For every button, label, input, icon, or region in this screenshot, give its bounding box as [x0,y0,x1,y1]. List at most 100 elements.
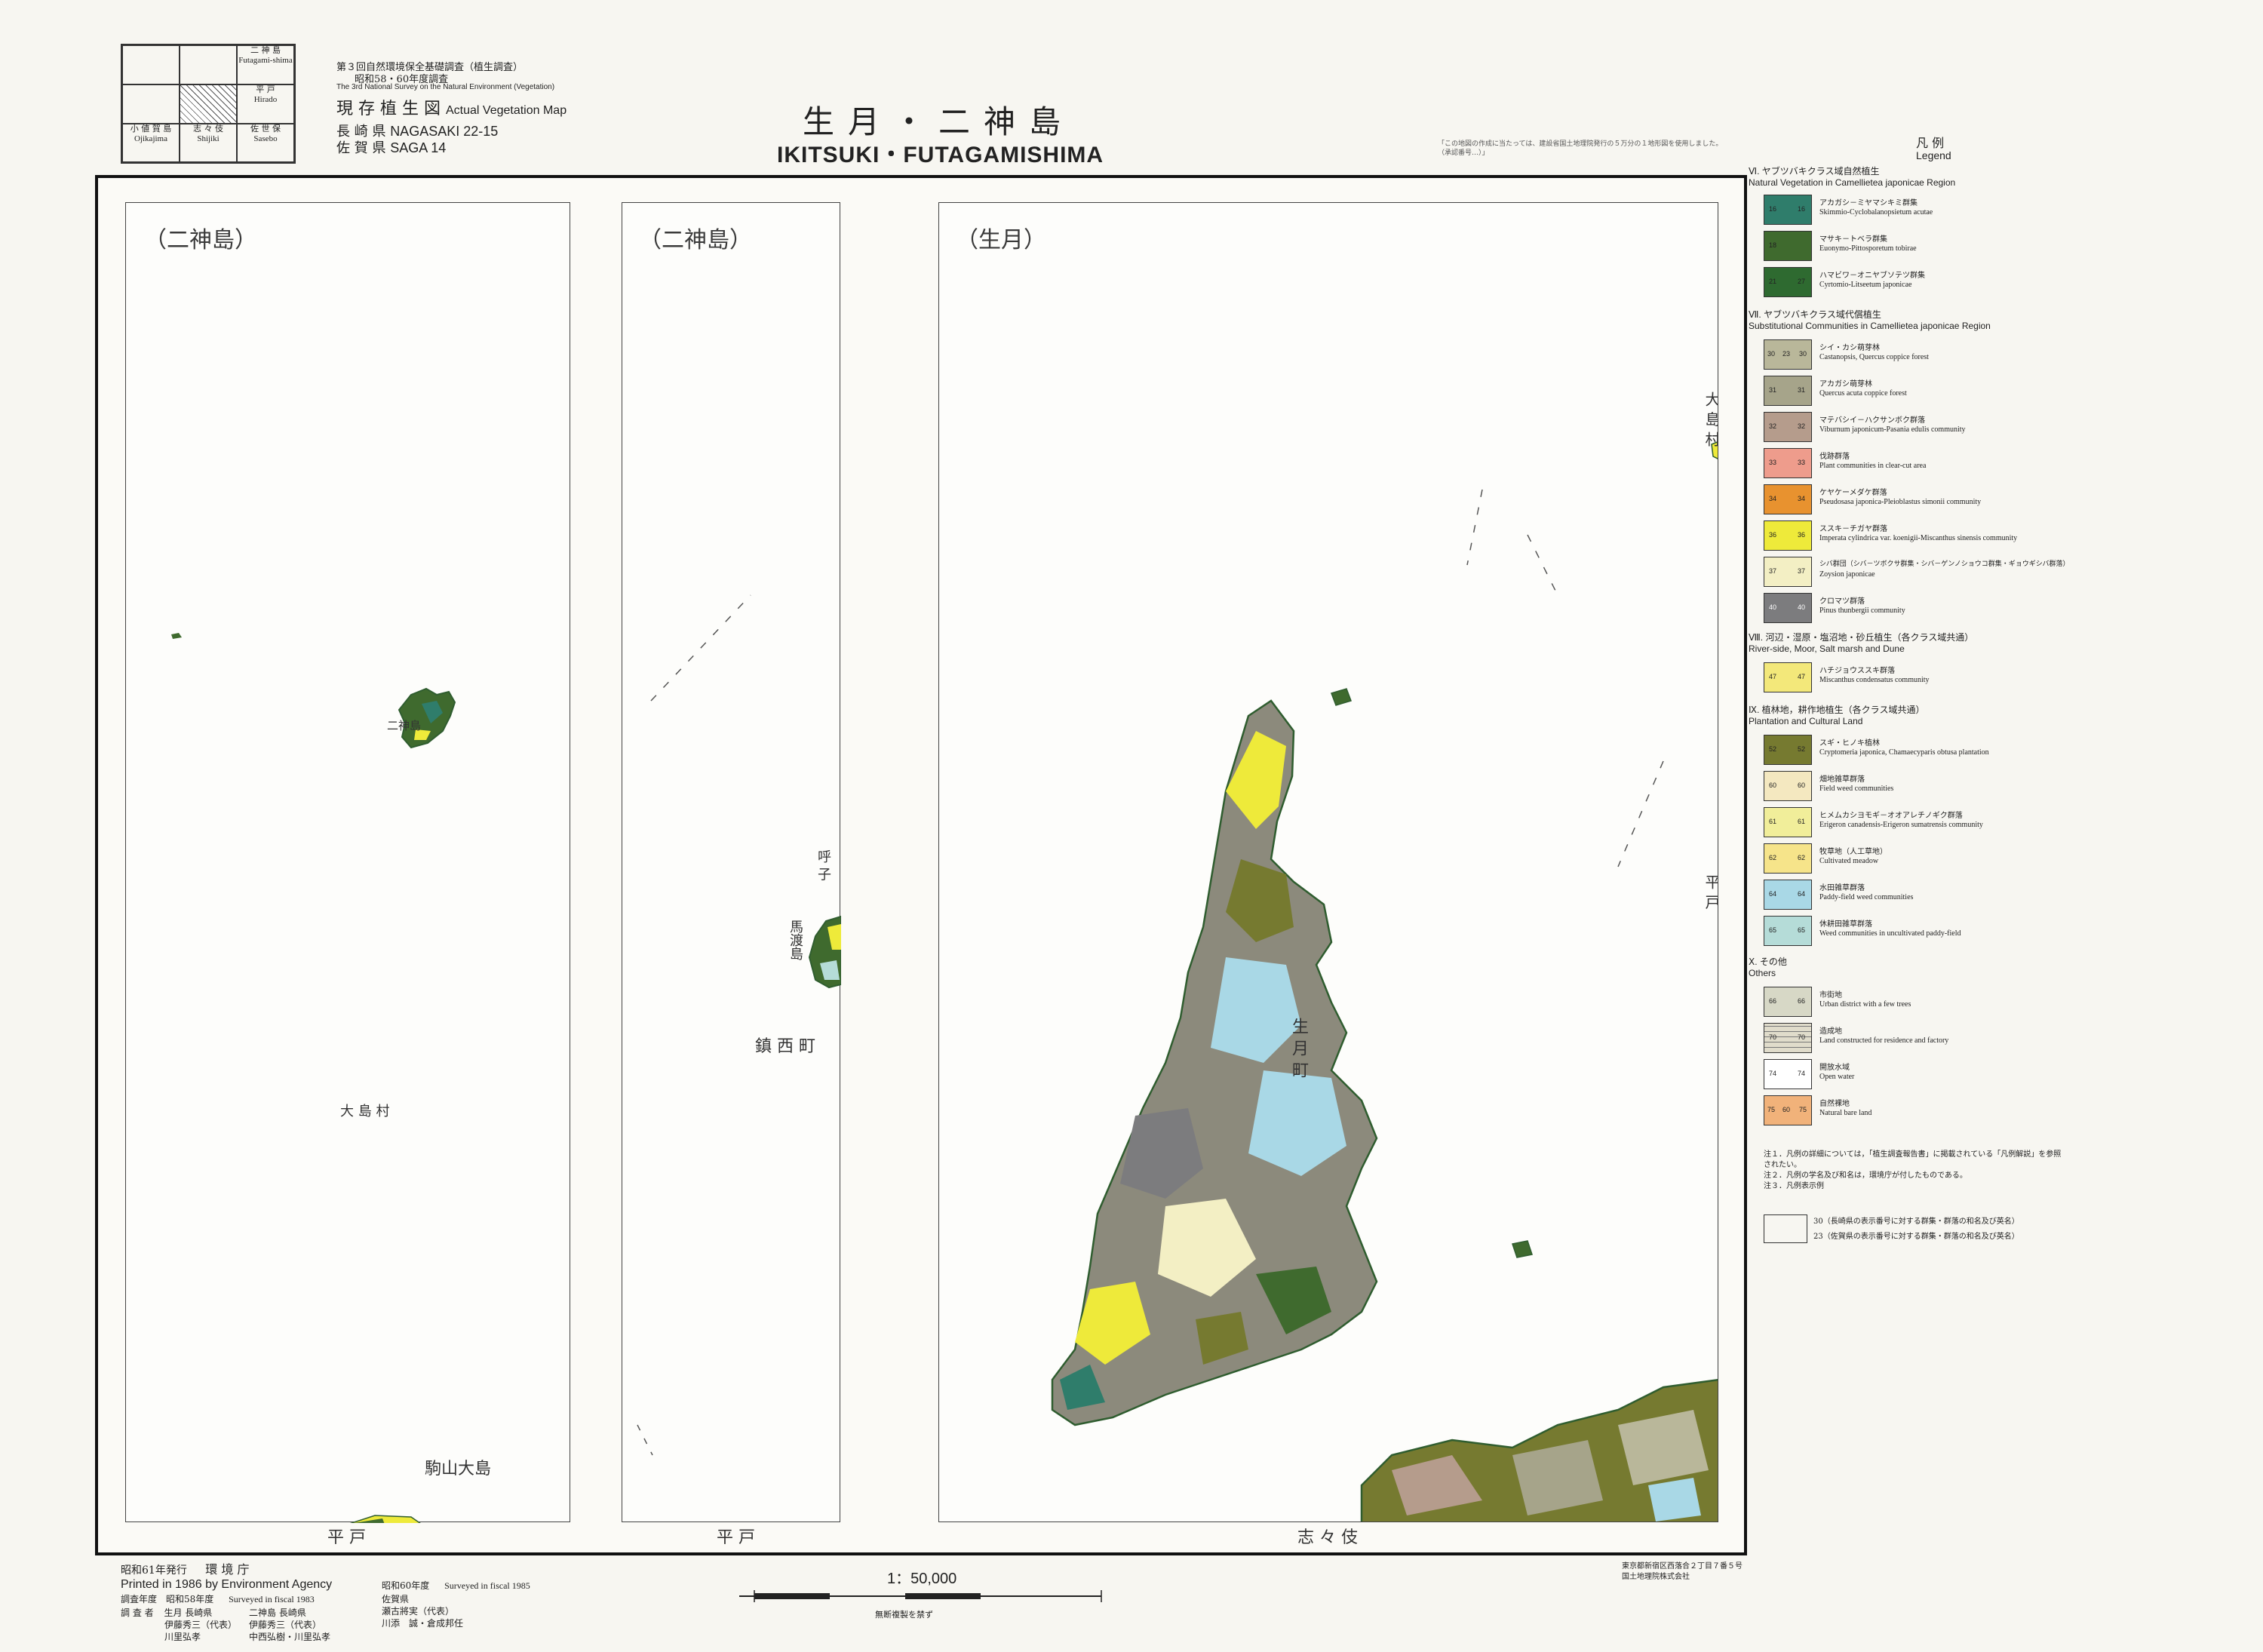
legend-section-en: Substitutional Communities in Camelliete… [1749,321,1991,331]
legend-example-swatch [1764,1214,1807,1243]
index-cell-en: Sasebo [253,134,278,143]
legend-item: 33 33 伐跡群落 Plant communities in clear-cut… [1764,447,2065,480]
legend-item-en: Pseudosasa japonica-Pleioblastus simonii… [1819,498,1982,506]
islet [171,633,182,639]
legend-item-jp: マテバシイ－ハクサンボク群落 [1819,416,1925,425]
legend-item-en: Viburnum japonicum-Pasania edulis commun… [1819,425,1966,434]
surveyor-line: 川里弘孝 [164,1632,201,1643]
index-cell-jp: 平 戸 [256,84,275,94]
legend-section-head: Ⅸ. 植林地，耕作地植生（各クラス域共通） Plantation and Cul… [1749,705,1924,727]
legend-code: 74 [1798,1070,1806,1077]
legend-item: 75 60 75 自然裸地 Natural bare land [1764,1094,2065,1127]
legend-item-jp: ハチジョウススキ群落 [1819,667,1895,675]
madarashima-map [637,594,841,1456]
index-cell [122,45,180,84]
legend-item: 32 32 マテバシイ－ハクサンボク群落 Viburnum japonicum-P… [1764,410,2065,444]
pref-en: NAGASAKI 22-15 [390,124,499,139]
survey-year-jp: 昭和60年度 [382,1580,430,1591]
legend-note: 注３．凡例表示例 [1764,1182,1824,1190]
legend-swatch: 18 [1764,231,1812,261]
legend-code: 32 [1798,422,1806,430]
label-futagamishima: 二神島 [387,719,422,732]
vegetation-patch [1648,1478,1701,1521]
footer-surveyors-ikitsuki: 調 査 者 生月 長崎県 伊藤秀三（代表） 川里弘孝 [121,1607,237,1644]
legend-code: 37 [1769,567,1777,575]
surveyor-label: 調 査 者 [121,1607,154,1618]
legend-swatch: 75 60 75 [1764,1095,1812,1125]
index-cell [180,45,237,84]
legend-section-en: Others [1749,968,1776,978]
legend-code: 47 [1798,673,1806,680]
map-scale: 1：50,000 [887,1571,957,1587]
legend-code: 33 [1769,459,1777,466]
legend-item-en: Erigeron canadensis-Erigeron sumatrensis… [1819,821,1983,829]
legend-item: 64 64 水田雑草群落 Paddy-field weed communities [1764,878,2065,911]
published-jp: 昭和61年発行 [121,1564,187,1577]
pref-en: SAGA 14 [390,140,447,155]
legend-code: 60 [1782,1106,1791,1113]
legend-swatch: 40 40 [1764,593,1812,623]
index-cell-hirado: 平 戸 Hirado [237,84,294,124]
index-map-grid: 二 神 島 Futagami-shima 平 戸 Hirado 小 値 賀 島 … [121,44,296,164]
legend-item: 62 62 牧草地（人工草地） Cultivated meadow [1764,842,2065,875]
legend-item-jp: ススキ－チガヤ群落 [1819,525,1887,533]
map-type-jp: 現 存 植 生 図 [336,100,441,118]
index-cell-en: Shijiki [197,134,220,143]
legend-item-en: Zoysion japonicae [1819,570,1875,579]
legend-item-en: Weed communities in uncultivated paddy-f… [1819,929,1961,938]
footer-survey-year-2: 昭和60年度 Surveyed in fiscal 1985 [382,1580,530,1592]
legend-code: 16 [1798,205,1806,213]
legend-item-jp: クロマツ群落 [1819,597,1865,606]
legend-swatch: 31 31 [1764,376,1812,406]
legend-swatch: 32 32 [1764,412,1812,442]
label-hirado-mid: 平 戸 [717,1528,755,1547]
legend-swatch: 52 52 [1764,735,1812,765]
legend-code: 40 [1769,603,1777,611]
map-type: 現 存 植 生 図 Actual Vegetation Map [336,95,567,119]
legend-item-en: Paddy-field weed communities [1819,893,1914,901]
index-cell-current-sheet [180,84,237,124]
map-title-en: IKITSUKI・FUTAGAMISHIMA [777,143,1104,167]
legend-item-jp: マサキ－トベラ群集 [1819,235,1887,244]
legend-swatch: 33 33 [1764,448,1812,478]
legend-swatch: 61 61 [1764,807,1812,837]
index-cell-ojikajima: 小 値 賀 島 Ojikajima [122,124,180,162]
legend-item-jp: ヒメムカシヨモギ－オオアレチノギク群落 [1819,812,1963,820]
legend-swatch: 34 34 [1764,484,1812,514]
label-shijiki: 志 々 伎 [1297,1528,1358,1547]
legend-item: 47 47 ハチジョウススキ群落 Miscanthus condensatus c… [1764,661,2065,694]
legend-item-en: Land constructed for residence and facto… [1819,1036,1949,1045]
legend-code: 40 [1798,603,1806,611]
index-cell-futagamishima: 二 神 島 Futagami-shima [237,45,294,84]
legend-code: 27 [1798,278,1806,285]
legend-code: 75 [1767,1106,1776,1113]
legend-code: 62 [1769,854,1777,861]
legend-code: 60 [1769,781,1777,789]
islet [1512,1240,1533,1258]
label-oshima-village: 大 島 村 [340,1104,390,1119]
legend-swatch: 74 74 [1764,1059,1812,1089]
legend-item-jp: 開放水域 [1819,1064,1850,1072]
legend-swatch: 47 47 [1764,662,1812,692]
legend-section-jp: Ⅶ. ヤブツバキクラス域代償植生 [1749,309,1881,320]
legend-item: 74 74 開放水域 Open water [1764,1058,2065,1091]
legend-item: 65 65 休耕田雑草群落 Weed communities in unculti… [1764,914,2065,947]
index-cell-en: Ojikajima [134,134,167,143]
futagamishima-map [171,633,456,1523]
legend-code: 18 [1769,241,1777,249]
legend-item-jp: シイ・カシ萌芽林 [1819,344,1880,352]
printer-info: 東京都新宿区西落合２丁目７番５号 国土地理院株式会社 [1622,1561,1743,1583]
legend-item-en: Urban district with a few trees [1819,1000,1911,1009]
prefecture-saga: 佐 賀 県 SAGA 14 [336,137,446,157]
islet [1331,688,1352,706]
legend-item: 16 16 アカガシ－ミヤマシキミ群集 Skimmio-Cyclobalanops… [1764,193,2065,226]
label-chinzei-town: 鎮 西 町 [755,1037,815,1056]
legend-item-jp: アカガシ萌芽林 [1819,380,1872,388]
legend-section-jp: Ⅵ. ヤブツバキクラス域自然植生 [1749,166,1880,177]
label-hirado-right: 平 戸 [1703,874,1718,910]
legend-section-en: Plantation and Cultural Land [1749,716,1863,726]
legend-code: 16 [1769,205,1777,213]
legend-item-jp: 造成地 [1819,1027,1842,1036]
legend-item-jp: アカガシ－ミヤマシキミ群集 [1819,199,1918,207]
legend-section-head: Ⅵ. ヤブツバキクラス域自然植生 Natural Vegetation in C… [1749,166,1955,189]
